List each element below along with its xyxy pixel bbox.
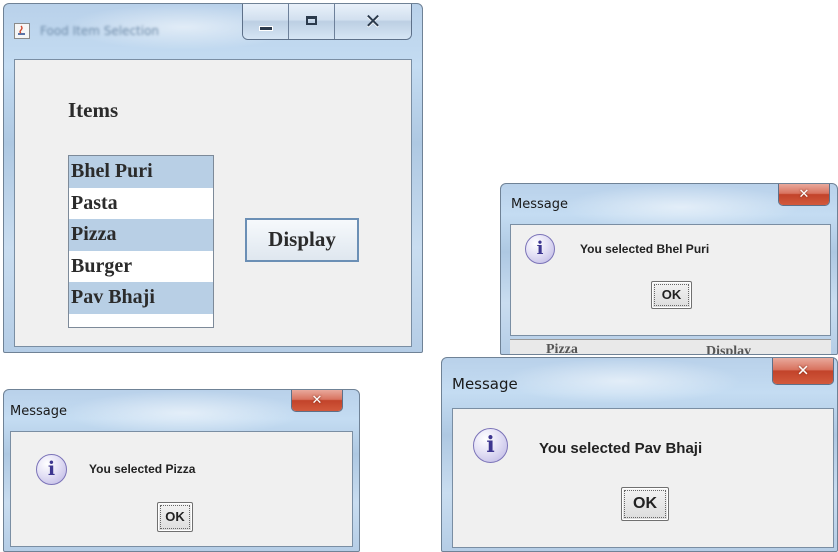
background-window-fragment: Pizza Display (510, 339, 831, 355)
message-text: You selected Pav Bhaji (539, 440, 703, 457)
information-icon: i (525, 234, 555, 264)
items-listbox[interactable]: Bhel Puri Pasta Pizza Burger Pav Bhaji (68, 155, 214, 328)
minimize-button[interactable] (243, 4, 288, 39)
main-client-area: Items Bhel Puri Pasta Pizza Burger Pav B… (14, 59, 412, 347)
close-icon: ✕ (311, 392, 323, 408)
main-window: Food Item Selection ✕ Items Bhel Puri Pa… (3, 3, 423, 353)
background-button: Display (706, 344, 752, 355)
caption-buttons: ✕ (772, 358, 834, 385)
close-icon: ✕ (798, 186, 810, 202)
dialog-client-area: i You selected Bhel Puri OK (510, 224, 831, 336)
list-item[interactable]: Burger (69, 251, 213, 283)
maximize-icon (306, 16, 317, 25)
information-icon: i (473, 428, 508, 463)
ok-button[interactable]: OK (157, 502, 193, 532)
list-item[interactable]: Pasta (69, 188, 213, 220)
maximize-button[interactable] (288, 4, 334, 39)
ok-label: OK (633, 495, 657, 512)
ok-label: OK (661, 287, 682, 302)
close-button[interactable]: ✕ (292, 390, 342, 411)
close-icon: ✕ (364, 8, 382, 33)
message-text: You selected Bhel Puri (580, 242, 710, 256)
caption-buttons: ✕ (291, 390, 343, 412)
minimize-icon (259, 26, 273, 31)
list-item[interactable]: Pizza (69, 219, 213, 251)
window-title: Food Item Selection (40, 24, 160, 38)
dialog-title: Message (511, 197, 568, 212)
caption-buttons: ✕ (778, 184, 830, 206)
dialog-client-area: i You selected Pav Bhaji OK (452, 408, 834, 548)
ok-label: OK (165, 509, 185, 524)
ok-button[interactable]: OK (651, 281, 692, 309)
close-icon: ✕ (796, 361, 810, 380)
list-item[interactable]: Bhel Puri (69, 156, 213, 188)
caption-buttons: ✕ (242, 4, 412, 40)
display-button[interactable]: Display (245, 218, 359, 262)
list-item[interactable]: Pav Bhaji (69, 282, 213, 314)
background-list-item: Pizza (546, 342, 578, 355)
dialog-client-area: i You selected Pizza OK (10, 431, 353, 547)
message-dialog-bhel-puri: Message ✕ i You selected Bhel Puri OK Pi… (500, 183, 838, 355)
items-label: Items (68, 98, 119, 122)
information-icon: i (36, 454, 67, 485)
message-text: You selected Pizza (89, 462, 196, 476)
message-dialog-pav-bhaji: Message ✕ i You selected Pav Bhaji OK (441, 357, 838, 552)
close-button[interactable]: ✕ (334, 4, 411, 39)
dialog-title: Message (10, 404, 67, 419)
message-dialog-pizza: Message ✕ i You selected Pizza OK (3, 389, 360, 552)
app-icon[interactable] (14, 23, 30, 39)
close-button[interactable]: ✕ (773, 358, 833, 384)
dialog-title: Message (452, 375, 518, 393)
close-button[interactable]: ✕ (779, 184, 829, 205)
ok-button[interactable]: OK (621, 487, 669, 521)
